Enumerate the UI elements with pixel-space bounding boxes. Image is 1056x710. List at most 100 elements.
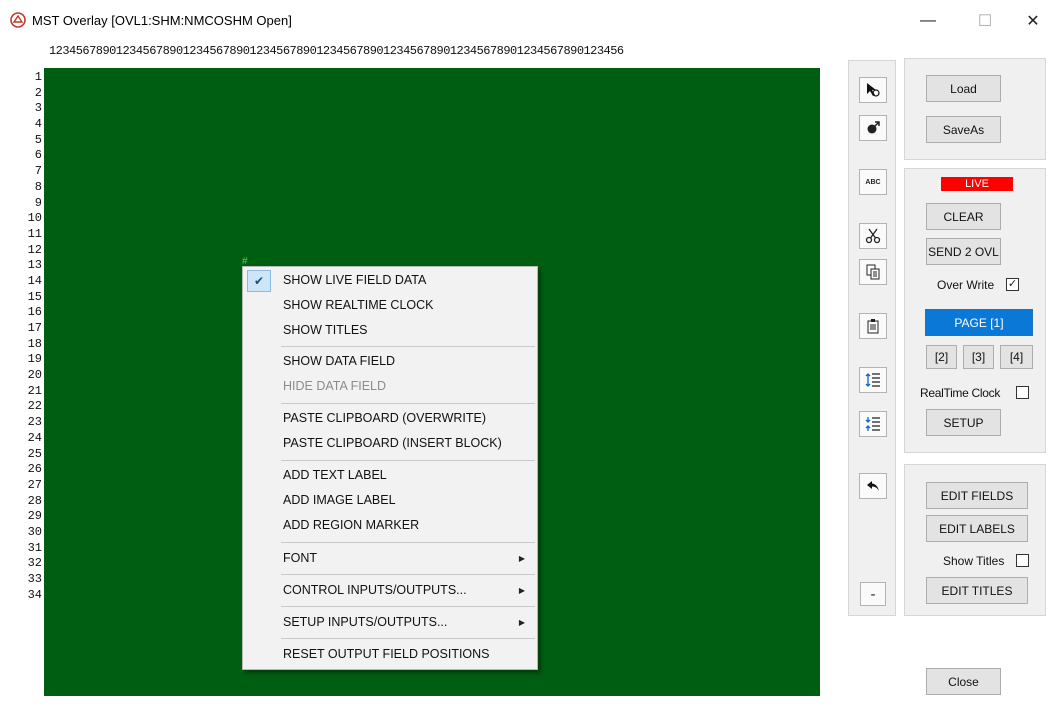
minimize-button[interactable]: — xyxy=(905,6,951,36)
row-number: 25 xyxy=(27,446,42,461)
send-2-ovl-button[interactable]: SEND 2 OVL xyxy=(926,238,1001,265)
move-icon[interactable] xyxy=(859,115,887,141)
menu-item-label: SHOW TITLES xyxy=(283,323,368,337)
realtime-clock-checkbox[interactable] xyxy=(1016,386,1029,399)
menu-item-paste-clipboard-overwrite[interactable]: PASTE CLIPBOARD (OVERWRITE) xyxy=(243,406,537,430)
row-number: 4 xyxy=(34,117,42,132)
text-label-icon[interactable]: ABC xyxy=(859,169,887,195)
menu-item-label: SHOW DATA FIELD xyxy=(283,354,396,368)
menu-item-label: HIDE DATA FIELD xyxy=(283,379,387,393)
minus-button[interactable]: - xyxy=(860,582,886,606)
toolstrip: ABC - xyxy=(848,60,896,616)
menu-item-reset-output-field-positions[interactable]: RESET OUTPUT FIELD POSITIONS xyxy=(243,642,537,666)
row-number: 31 xyxy=(27,540,42,555)
row-number: 14 xyxy=(27,273,42,288)
menu-separator xyxy=(281,606,535,607)
maximize-button[interactable]: ☐ xyxy=(962,6,1008,36)
show-titles-label: Show Titles xyxy=(943,554,1005,568)
row-number: 13 xyxy=(27,258,42,273)
menu-item-show-realtime-clock[interactable]: SHOW REALTIME CLOCK xyxy=(243,293,537,317)
pointer-select-icon[interactable] xyxy=(859,77,887,103)
row-number: 30 xyxy=(27,524,42,539)
menu-item-label: SHOW REALTIME CLOCK xyxy=(283,298,434,312)
file-panel xyxy=(904,58,1046,160)
edit-labels-button[interactable]: EDIT LABELS xyxy=(926,515,1028,542)
cut-icon[interactable] xyxy=(859,223,887,249)
menu-item-show-live-field-data[interactable]: SHOW LIVE FIELD DATA ✔ xyxy=(243,268,537,292)
setup-button[interactable]: SETUP xyxy=(926,409,1001,436)
menu-item-add-region-marker[interactable]: ADD REGION MARKER xyxy=(243,513,537,537)
live-status-badge: LIVE xyxy=(941,177,1013,191)
menu-item-label: ADD TEXT LABEL xyxy=(283,468,387,482)
row-number-gutter: 1 2 3 4 5 6 7 8 9 10 11 12 13 14 15 16 17 18 19 20 21 22 23 24 2… xyxy=(14,70,42,603)
menu-item-label: RESET OUTPUT FIELD POSITIONS xyxy=(283,647,490,661)
clear-button[interactable]: CLEAR xyxy=(926,203,1001,230)
save-as-button[interactable]: SaveAs xyxy=(926,116,1001,143)
row-number: 34 xyxy=(27,587,42,602)
page-4-button[interactable]: [4] xyxy=(1000,345,1033,369)
menu-separator xyxy=(281,542,535,543)
menu-item-add-text-label[interactable]: ADD TEXT LABEL xyxy=(243,463,537,487)
menu-item-paste-clipboard-insert-block[interactable]: PASTE CLIPBOARD (INSERT BLOCK) xyxy=(243,431,537,455)
row-number: 16 xyxy=(27,305,42,320)
row-number: 12 xyxy=(27,242,42,257)
edit-fields-button[interactable]: EDIT FIELDS xyxy=(926,482,1028,509)
row-number: 24 xyxy=(27,430,42,445)
row-number: 8 xyxy=(34,179,42,194)
delete-lines-icon[interactable] xyxy=(859,411,887,437)
menu-item-hide-data-field: HIDE DATA FIELD xyxy=(243,374,537,398)
row-number: 9 xyxy=(34,195,42,210)
row-number: 6 xyxy=(34,148,42,163)
row-number: 21 xyxy=(27,383,42,398)
edit-titles-button[interactable]: EDIT TITLES xyxy=(926,577,1028,604)
row-number: 5 xyxy=(34,132,42,147)
app-logo-icon xyxy=(10,12,26,28)
menu-item-label: SETUP INPUTS/OUTPUTS... xyxy=(283,615,448,629)
page-2-button[interactable]: [2] xyxy=(926,345,957,369)
copy-icon[interactable] xyxy=(859,259,887,285)
row-number: 32 xyxy=(27,556,42,571)
menu-item-show-data-field[interactable]: SHOW DATA FIELD xyxy=(243,349,537,373)
title-bar: MST Overlay [OVL1:SHM:NMCOSHM Open] — ☐ … xyxy=(0,0,1056,38)
column-ruler: 1234567890123456789012345678901234567890… xyxy=(49,44,624,58)
menu-item-show-titles[interactable]: SHOW TITLES xyxy=(243,318,537,342)
page-3-button[interactable]: [3] xyxy=(963,345,994,369)
menu-separator xyxy=(281,460,535,461)
menu-item-add-image-label[interactable]: ADD IMAGE LABEL xyxy=(243,488,537,512)
insert-lines-icon[interactable] xyxy=(859,367,887,393)
window-title: MST Overlay [OVL1:SHM:NMCOSHM Open] xyxy=(32,13,292,28)
checkmark-icon: ✔ xyxy=(247,270,271,292)
over-write-checkbox[interactable]: ✓ xyxy=(1006,278,1019,291)
row-number: 11 xyxy=(27,226,42,241)
close-window-button[interactable]: ✕ xyxy=(1010,6,1056,36)
row-number: 27 xyxy=(27,477,42,492)
row-number: 2 xyxy=(34,85,42,100)
menu-item-setup-inputs-outputs[interactable]: SETUP INPUTS/OUTPUTS... ▶ xyxy=(243,610,537,634)
menu-item-label: CONTROL INPUTS/OUTPUTS... xyxy=(283,583,467,597)
row-number: 26 xyxy=(27,462,42,477)
row-number: 10 xyxy=(27,211,42,226)
context-menu: SHOW LIVE FIELD DATA ✔ SHOW REALTIME CLOCK… xyxy=(242,266,538,670)
menu-item-label: FONT xyxy=(283,551,318,565)
row-number: 20 xyxy=(27,368,42,383)
paste-icon[interactable] xyxy=(859,313,887,339)
row-number: 15 xyxy=(27,289,42,304)
submenu-arrow-icon: ▶ xyxy=(518,617,525,627)
load-button[interactable]: Load xyxy=(926,75,1001,102)
menu-item-font[interactable]: FONT ▶ xyxy=(243,546,537,570)
row-number: 29 xyxy=(27,509,42,524)
close-button[interactable]: Close xyxy=(926,668,1001,695)
row-number: 19 xyxy=(27,352,42,367)
menu-item-label: ADD IMAGE LABEL xyxy=(283,493,396,507)
submenu-arrow-icon: ▶ xyxy=(518,585,525,595)
menu-separator xyxy=(281,346,535,347)
row-number: 33 xyxy=(27,572,42,586)
menu-item-control-inputs-outputs[interactable]: CONTROL INPUTS/OUTPUTS... ▶ xyxy=(243,578,537,602)
page-1-button[interactable]: PAGE [1] xyxy=(925,309,1033,336)
row-number: 7 xyxy=(34,164,42,179)
row-number: 22 xyxy=(27,399,42,414)
row-number: 18 xyxy=(27,336,42,351)
row-number: 17 xyxy=(27,321,42,335)
show-titles-checkbox[interactable] xyxy=(1016,554,1029,567)
undo-icon[interactable] xyxy=(859,473,887,499)
